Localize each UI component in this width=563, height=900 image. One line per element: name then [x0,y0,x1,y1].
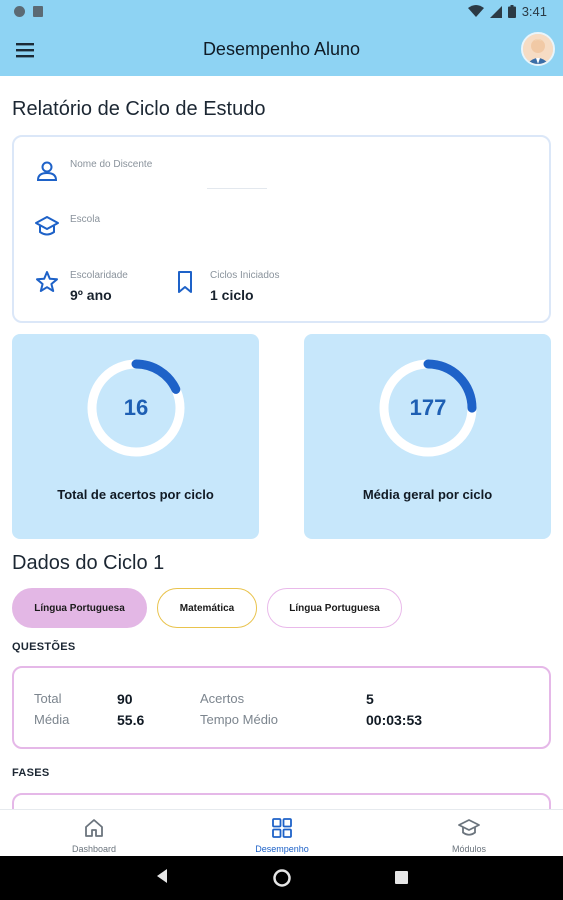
system-navigation-bar [0,856,563,900]
signal-icon [489,5,502,18]
nav-label-modulos: Módulos [451,844,487,854]
notification-dot-icon [14,6,25,17]
grid-icon [272,818,292,838]
stat-card-acertos: 16 Total de acertos por ciclo [12,334,259,539]
stat-label: Total de acertos por ciclo [57,487,214,502]
student-name-label: Nome do Discente [70,159,153,170]
student-info-card: Nome do Discente Escola Escolaridade 9º … [12,135,551,323]
avatar[interactable] [521,32,555,66]
home-button-icon[interactable] [273,869,291,887]
tempo-medio-label: Tempo Médio [200,712,279,727]
cycle-section-title: Dados do Ciclo 1 [12,552,165,574]
nav-label-desempenho: Desempenho [255,844,309,854]
media-label: Média [34,712,70,727]
page-title: Relatório de Ciclo de Estudo [12,98,266,120]
subject-chip-matematica[interactable]: Matemática [157,588,257,628]
user-avatar-icon [523,34,553,64]
stat-label: Média geral por ciclo [362,487,493,502]
star-icon [36,271,58,292]
school-icon [35,216,59,236]
total-value: 90 [117,691,133,707]
bookmark-icon [178,271,192,293]
questions-card: Total 90 Média 55.6 Acertos 5 Tempo Médi… [12,666,551,749]
acertos-value: 5 [366,691,374,707]
battery-icon [507,5,516,18]
app-bar: Desempenho Aluno [0,24,563,76]
subject-chip-lingua-portuguesa[interactable]: Língua Portuguesa [12,588,147,628]
student-name-underline [207,188,267,189]
total-label: Total [34,691,62,706]
acertos-label: Acertos [200,691,245,706]
cycles-label: Ciclos Iniciados [210,270,280,281]
recents-icon[interactable] [395,871,408,884]
stat-card-media: 177 Média geral por ciclo [304,334,551,539]
stat-value: 177 [409,395,447,420]
sd-card-icon [33,6,43,17]
school-label: Escola [70,214,101,225]
nav-item-desempenho[interactable]: Desempenho [188,810,376,857]
subject-chip-lingua-portuguesa-2[interactable]: Língua Portuguesa [267,588,402,628]
grade-value: 9º ano [70,287,112,303]
wifi-icon [467,5,484,17]
home-icon [85,819,103,837]
nav-label-dashboard: Dashboard [71,844,117,854]
bottom-navigation: Dashboard Desempenho Módulos [0,809,563,856]
grade-label: Escolaridade [70,270,128,281]
app-title: Desempenho Aluno [202,39,361,59]
cycles-value: 1 ciclo [210,287,254,303]
graduation-cap-icon [458,819,480,836]
status-bar: 3:41 [0,0,563,24]
questions-heading: QUESTÕES [12,641,76,653]
nav-item-modulos[interactable]: Módulos [375,810,563,857]
nav-item-dashboard[interactable]: Dashboard [0,810,188,857]
fases-heading: FASES [12,767,50,779]
person-icon [36,161,58,181]
status-time: 3:41 [521,4,547,19]
stat-value: 16 [123,395,149,420]
media-value: 55.6 [117,712,145,728]
tempo-medio-value: 00:03:53 [366,712,423,728]
back-icon[interactable] [155,868,169,884]
